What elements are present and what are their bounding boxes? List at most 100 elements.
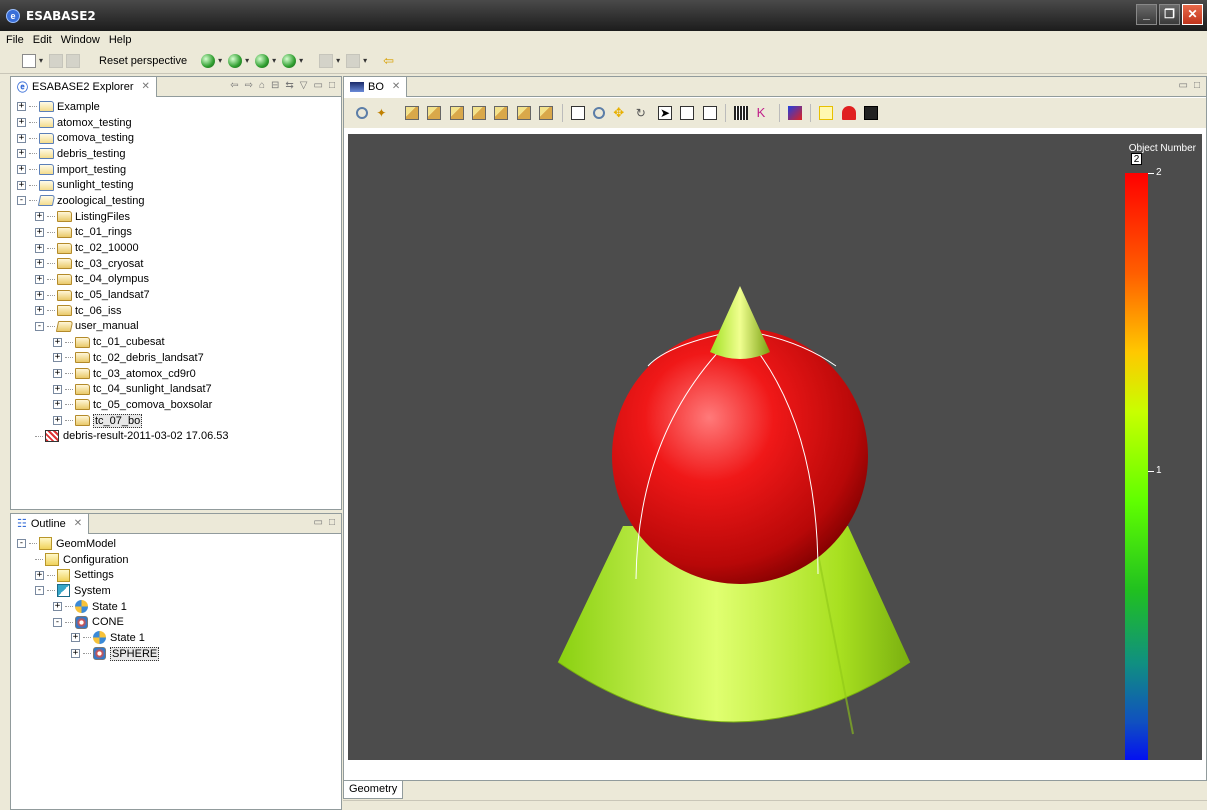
explorer-tree-item[interactable]: + tc_06_iss <box>17 303 341 319</box>
expand-icon[interactable]: + <box>35 274 44 284</box>
expand-icon[interactable]: + <box>53 337 62 347</box>
collapse-icon[interactable]: - <box>35 586 44 596</box>
tab-outline[interactable]: ☷ Outline ✕ <box>11 513 90 534</box>
expand-icon[interactable]: + <box>53 400 62 410</box>
explorer-tree-item[interactable]: + import_testing <box>17 162 341 178</box>
expand-icon[interactable]: + <box>17 118 26 128</box>
explorer-tree-item[interactable]: + sunlight_testing <box>17 177 341 193</box>
rotate-icon[interactable]: ↻ <box>636 106 650 120</box>
close-button[interactable]: ✕ <box>1182 4 1203 25</box>
tab-bo[interactable]: BO ✕ <box>344 76 408 97</box>
expand-icon[interactable]: + <box>35 290 44 300</box>
view-menu-icon[interactable]: ▽ <box>300 80 308 91</box>
run-sunlight-icon[interactable] <box>255 53 270 68</box>
explorer-tree-item[interactable]: - zoological_testing <box>17 193 341 209</box>
minimize-view-icon[interactable]: ▭ <box>314 517 323 528</box>
expand-icon[interactable]: + <box>17 165 26 175</box>
restore-button[interactable]: ❐ <box>1159 4 1180 25</box>
expand-icon[interactable]: + <box>17 180 26 190</box>
home-icon[interactable]: ⌂ <box>259 80 265 91</box>
alert-icon[interactable] <box>841 106 856 120</box>
close-icon[interactable]: ✕ <box>142 81 150 92</box>
mesh-icon[interactable] <box>734 106 749 120</box>
menu-help[interactable]: Help <box>109 34 132 46</box>
run-debris-icon[interactable] <box>228 53 243 68</box>
explorer-tree-item[interactable]: - user_manual <box>17 319 341 335</box>
explorer-tree-item[interactable]: + tc_05_comova_boxsolar <box>17 397 341 413</box>
explorer-tree-item[interactable]: + tc_01_rings <box>17 225 341 241</box>
maximize-view-icon[interactable]: □ <box>329 517 335 528</box>
minimize-view-icon[interactable]: ▭ <box>314 80 323 91</box>
explorer-tree-item[interactable]: + ListingFiles <box>17 209 341 225</box>
reset-perspective-button[interactable]: Reset perspective <box>99 55 187 67</box>
tab-esabase-explorer[interactable]: ⓔ ESABASE2 Explorer ✕ <box>11 76 157 97</box>
expand-icon[interactable]: + <box>35 212 44 222</box>
color-scale-icon[interactable] <box>788 106 803 120</box>
sunlight-dropdown-icon[interactable]: ▾ <box>272 56 276 65</box>
collapse-icon[interactable]: - <box>35 321 44 331</box>
expand-icon[interactable]: + <box>53 602 62 612</box>
view-front-icon[interactable] <box>404 106 419 120</box>
close-icon[interactable]: ✕ <box>392 81 400 92</box>
outline-tree-item[interactable]: + Settings <box>17 567 341 583</box>
forward-dropdown-icon[interactable]: ▾ <box>336 56 340 65</box>
explorer-tree-item[interactable]: + tc_04_olympus <box>17 272 341 288</box>
explorer-tree-item[interactable]: + tc_04_sunlight_landsat7 <box>17 381 341 397</box>
outline-tree-item[interactable]: - CONE <box>17 614 341 630</box>
explorer-tree-item[interactable]: + atomox_testing <box>17 115 341 131</box>
expand-icon[interactable]: + <box>71 649 80 659</box>
expand-icon[interactable]: + <box>53 353 62 363</box>
3d-scene[interactable]: Object Number 2 2 1 0 <box>348 134 1202 760</box>
tab-geometry[interactable]: Geometry <box>343 781 404 799</box>
explorer-tree-item[interactable]: + Example <box>17 99 341 115</box>
collapse-icon[interactable]: - <box>17 539 26 549</box>
fit-view-icon[interactable]: ✦ <box>376 106 390 120</box>
save-icon[interactable] <box>49 53 64 68</box>
close-icon[interactable]: ✕ <box>74 518 82 529</box>
pan-icon[interactable]: ✥ <box>613 106 627 120</box>
expand-icon[interactable]: + <box>17 149 26 159</box>
expand-icon[interactable]: + <box>17 133 26 143</box>
view-right-icon[interactable] <box>471 106 486 120</box>
explorer-tree-item[interactable]: + comova_testing <box>17 130 341 146</box>
explorer-tree-item[interactable]: + tc_05_landsat7 <box>17 287 341 303</box>
explorer-tree-item[interactable]: + tc_02_debris_landsat7 <box>17 350 341 366</box>
wireframe-icon[interactable] <box>680 106 695 120</box>
menu-edit[interactable]: Edit <box>33 34 52 46</box>
menu-window[interactable]: Window <box>61 34 100 46</box>
axes-icon[interactable]: K <box>757 106 771 120</box>
expand-icon[interactable]: + <box>35 227 44 237</box>
expand-icon[interactable]: + <box>35 243 44 253</box>
collapse-icon[interactable]: - <box>17 196 26 206</box>
explorer-tree-item[interactable]: + debris_testing <box>17 146 341 162</box>
zoom-icon[interactable] <box>356 107 368 119</box>
minimize-button[interactable]: _ <box>1136 4 1157 25</box>
explorer-tree-item[interactable]: + tc_03_atomox_cd9r0 <box>17 366 341 382</box>
maximize-view-icon[interactable]: □ <box>1194 80 1200 91</box>
save-all-icon[interactable] <box>66 53 81 68</box>
explorer-tree-item[interactable]: + tc_02_10000 <box>17 240 341 256</box>
view-bottom-icon[interactable] <box>516 106 531 120</box>
expand-icon[interactable]: + <box>35 259 44 269</box>
new-dropdown-icon[interactable]: ▾ <box>39 56 43 65</box>
expand-icon[interactable]: + <box>53 384 62 394</box>
expand-icon[interactable]: + <box>35 306 44 316</box>
back-arrow-icon[interactable]: ⇦ <box>383 53 397 68</box>
minimize-view-icon[interactable]: ▭ <box>1179 80 1188 91</box>
maximize-view-icon[interactable]: □ <box>329 80 335 91</box>
explorer-tree-item[interactable]: + tc_07_bo <box>17 413 341 429</box>
navigate-forward-icon[interactable] <box>319 53 334 68</box>
expand-icon[interactable]: + <box>71 633 80 643</box>
save-image-icon[interactable] <box>864 106 879 120</box>
debris-dropdown-icon[interactable]: ▾ <box>245 56 249 65</box>
forward-icon[interactable]: ⇨ <box>245 80 253 91</box>
view-back-icon[interactable] <box>427 106 442 120</box>
explorer-tree-item[interactable]: + tc_01_cubesat <box>17 334 341 350</box>
collapse-all-icon[interactable]: ⊟ <box>271 80 279 91</box>
outline-tree-item[interactable]: - GeomModel <box>17 536 341 552</box>
run-atomox-icon[interactable] <box>282 53 297 68</box>
select-pointer-icon[interactable]: ➤ <box>658 106 673 120</box>
link-editor-icon[interactable]: ⇆ <box>285 80 293 91</box>
outline-tree-item[interactable]: + SPHERE <box>17 646 341 662</box>
view-top-icon[interactable] <box>494 106 509 120</box>
